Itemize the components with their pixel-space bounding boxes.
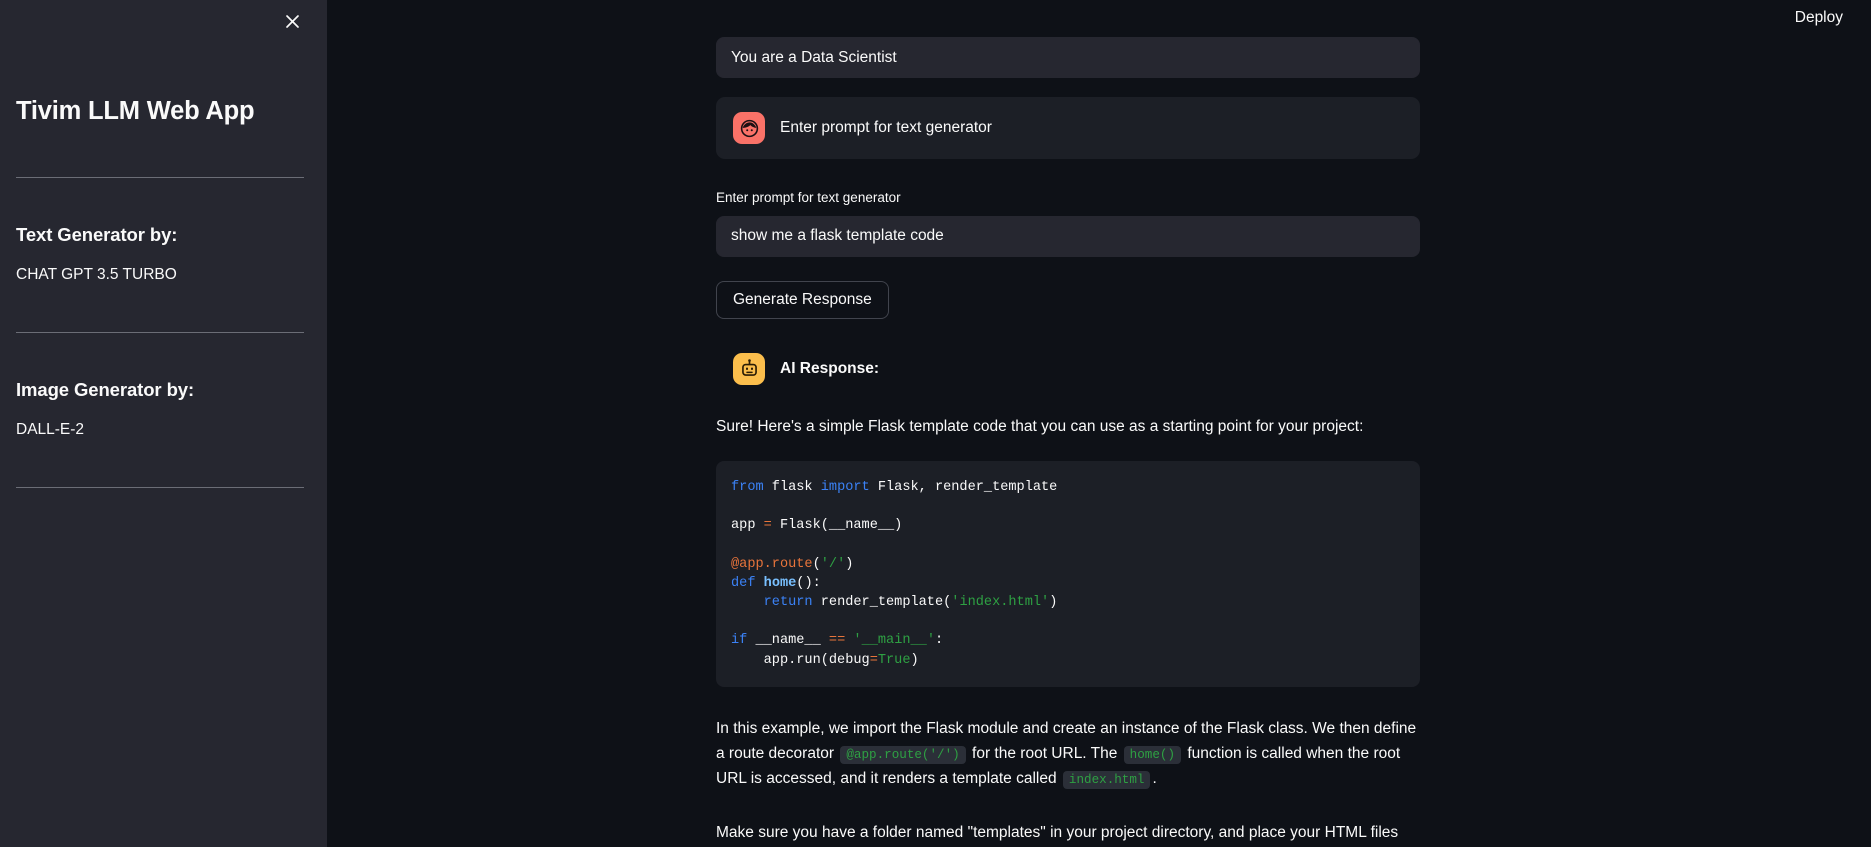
code-token: Flask, render_template	[869, 479, 1058, 495]
robot-avatar-icon	[733, 352, 765, 385]
code-token: ():	[796, 575, 821, 591]
response-paragraph-2: Make sure you have a folder named "templ…	[716, 824, 1399, 842]
code-line: app.run(debug=True)	[731, 651, 1405, 670]
sidebar: Tivim LLM Web App Text Generator by: CHA…	[0, 0, 327, 847]
code-token: from	[731, 479, 764, 495]
content-column: You are a Data Scientist Enter prompt fo…	[716, 0, 1420, 847]
code-token: )	[1049, 594, 1058, 610]
code-token: =	[869, 652, 878, 668]
code-line: if __name__ == '__main__':	[731, 631, 1405, 650]
code-token: '/'	[820, 556, 846, 572]
code-token: return	[763, 594, 813, 610]
code-token: render_template(	[812, 594, 952, 610]
code-token: :	[934, 633, 944, 649]
code-token: home	[763, 575, 797, 591]
response-paragraph-1: In this example, we import the Flask mod…	[716, 719, 1417, 789]
code-token: (	[812, 556, 821, 572]
main-area: Deploy You are a Data Scientist Enter pr…	[327, 0, 1871, 847]
chat-message-text: Enter prompt for text generator	[780, 119, 992, 137]
ai-response-header: AI Response:	[716, 352, 1420, 385]
code-line: def home():	[731, 574, 1405, 593]
code-line: app = Flask(__name__)	[731, 516, 1405, 535]
image-generator-value: DALL-E-2	[16, 420, 85, 438]
text-generator-heading: Text Generator by:	[16, 223, 178, 245]
code-token: 'index.html'	[951, 594, 1050, 610]
paragraph-1-inline-code: home()	[1123, 745, 1182, 764]
sidebar-divider-3	[16, 486, 304, 488]
app-title: Tivim LLM Web App	[16, 97, 255, 125]
text-generator-value: CHAT GPT 3.5 TURBO	[16, 265, 177, 283]
sidebar-section-text-generator: Text Generator by: CHAT GPT 3.5 TURBO	[16, 224, 311, 284]
code-token: @app.route	[731, 556, 813, 572]
close-icon[interactable]	[275, 4, 309, 38]
code-token: ==	[828, 633, 846, 649]
response-intro-text: Sure! Here's a simple Flask template cod…	[716, 417, 1364, 435]
code-token: app.run(debug	[731, 652, 870, 668]
code-token: Flask(__name__)	[771, 518, 903, 534]
system-prompt-value: You are a Data Scientist	[731, 48, 897, 66]
code-block: from flask import Flask, render_template…	[716, 460, 1420, 687]
paragraph-1-inline-code: @app.route('/')	[840, 745, 966, 764]
code-line: @app.route('/')	[731, 555, 1405, 574]
paragraph-1-inline-code: index.html	[1062, 770, 1151, 789]
prompt-input[interactable]: show me a flask template code	[716, 215, 1420, 257]
code-token: '__main__'	[853, 633, 935, 649]
code-line: return render_template('index.html')	[731, 593, 1405, 612]
ai-response-label: AI Response:	[780, 359, 880, 377]
deploy-button[interactable]: Deploy	[1789, 6, 1849, 30]
generate-response-button[interactable]: Generate Response	[716, 280, 889, 319]
prompt-input-value: show me a flask template code	[731, 227, 944, 245]
code-token: flask	[763, 479, 821, 495]
image-generator-heading: Image Generator by:	[16, 378, 195, 400]
code-token: True	[877, 652, 911, 668]
code-token: =	[763, 518, 772, 534]
sidebar-content: Tivim LLM Web App Text Generator by: CHA…	[16, 0, 311, 488]
prompt-field-label: Enter prompt for text generator	[716, 190, 901, 205]
code-token: app	[731, 518, 764, 534]
code-token: if	[731, 633, 748, 649]
top-toolbar: Deploy	[1789, 0, 1871, 36]
code-token: __name__	[747, 633, 829, 649]
user-avatar-icon	[733, 112, 765, 144]
code-token: )	[910, 652, 919, 668]
code-token: )	[845, 556, 854, 572]
code-line: from flask import Flask, render_template	[731, 478, 1405, 497]
chat-message: Enter prompt for text generator	[716, 97, 1420, 159]
sidebar-section-image-generator: Image Generator by: DALL-E-2	[16, 379, 311, 439]
sidebar-divider-2	[16, 331, 304, 333]
code-token: import	[820, 479, 870, 495]
code-token: def	[731, 575, 756, 591]
app-root: Tivim LLM Web App Text Generator by: CHA…	[0, 0, 1871, 847]
system-prompt-input[interactable]: You are a Data Scientist	[716, 37, 1420, 78]
sidebar-divider-1	[16, 176, 304, 178]
